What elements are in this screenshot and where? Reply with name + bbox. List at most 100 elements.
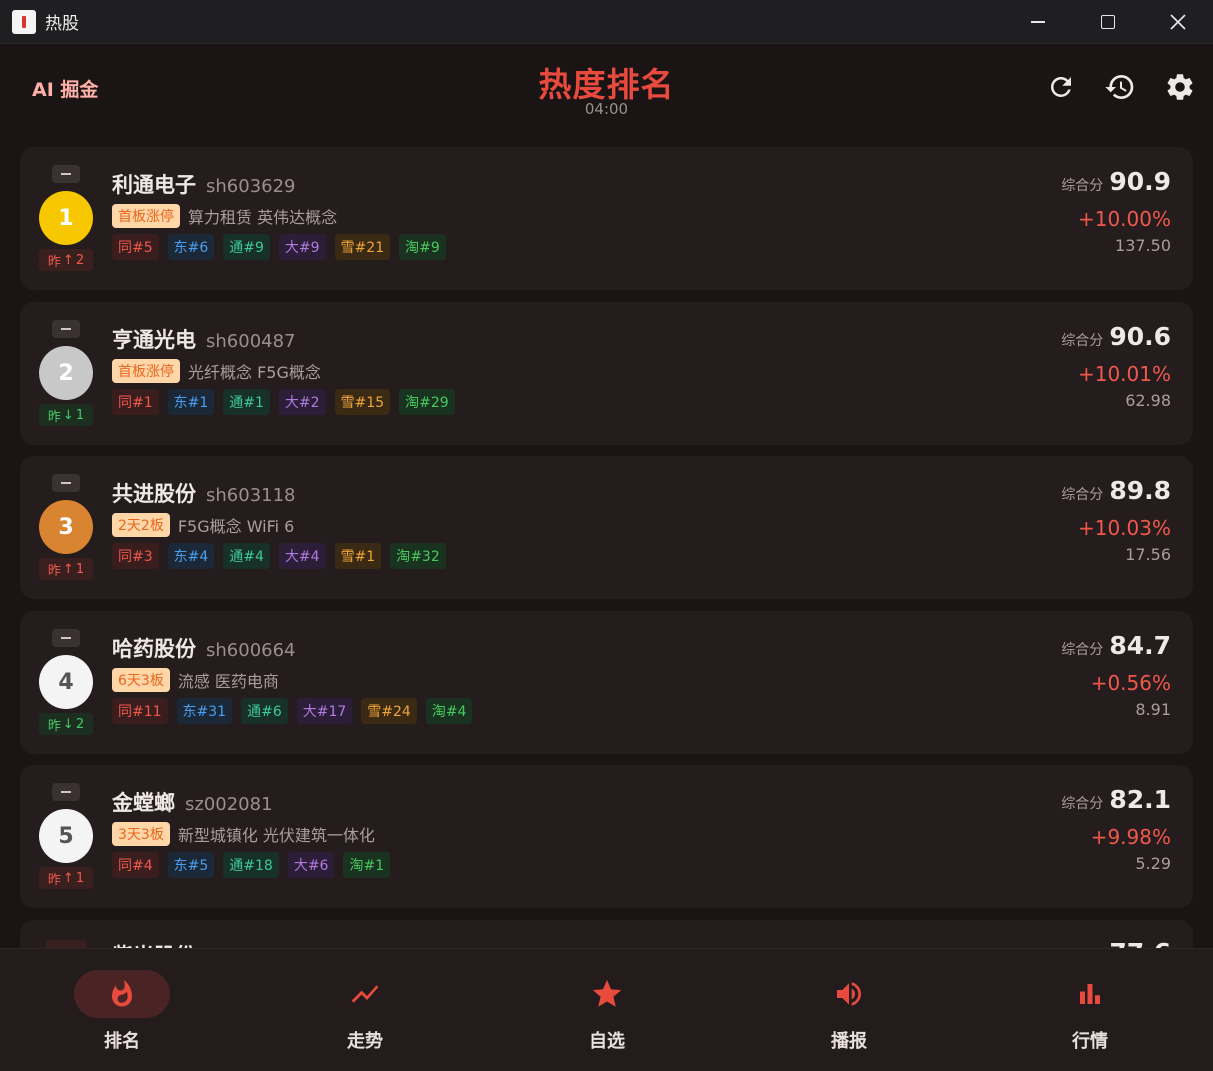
history-icon bbox=[1105, 75, 1134, 100]
score-value: 77.6 bbox=[1109, 938, 1171, 948]
minus-icon bbox=[61, 637, 71, 639]
window-title: 热股 bbox=[45, 14, 79, 34]
nav-label: 排名 bbox=[104, 1031, 140, 1052]
refresh-icon bbox=[1050, 76, 1071, 97]
concept-tags: 新型城镇化 光伏建筑一体化 bbox=[177, 826, 375, 845]
arrow-up-icon: ↑ bbox=[62, 252, 74, 268]
refresh-button[interactable] bbox=[1045, 71, 1077, 103]
yesterday-rank-change: 昨 ↑ 1 bbox=[39, 867, 93, 889]
platform-rank-xueqiu: 雪#24 bbox=[361, 698, 417, 724]
stock-card-partial[interactable]: 紫光股份 77.6 bbox=[20, 920, 1193, 948]
platform-rank-tonghuashun: 同#4 bbox=[112, 852, 159, 878]
stock-name[interactable]: 金螳螂 bbox=[112, 787, 175, 817]
settings-button[interactable] bbox=[1164, 71, 1196, 103]
platform-ranks: 同#1 东#1 通#1 大#2 雪#15 淘#29 bbox=[112, 389, 455, 415]
nav-label: 走势 bbox=[347, 1031, 383, 1052]
collapse-toggle[interactable] bbox=[52, 474, 80, 492]
app-icon bbox=[12, 9, 36, 34]
platform-rank-dongfang: 东#1 bbox=[167, 389, 215, 415]
concept-tags: F5G概念 WiFi 6 bbox=[177, 517, 295, 536]
stock-code: sh600487 bbox=[206, 331, 296, 352]
nav-tab-market[interactable]: 行情 bbox=[990, 949, 1190, 1071]
close-button[interactable] bbox=[1143, 0, 1213, 44]
limit-board-tag: 首板涨停 bbox=[112, 204, 180, 228]
score-value: 90.6 bbox=[1109, 322, 1171, 351]
concept-tags: 算力租赁 英伟达概念 bbox=[188, 208, 338, 227]
arrow-down-icon: ↓ bbox=[62, 716, 74, 732]
ranking-list[interactable]: 1 昨 ↑ 2 利通电子 sh603629 首板涨停 算力租赁 英伟达概念 同#… bbox=[20, 147, 1193, 948]
platform-rank-tongdaxin: 通#4 bbox=[223, 543, 270, 569]
arrow-up-icon: ↑ bbox=[62, 870, 74, 886]
nav-tab-trend[interactable]: 走势 bbox=[265, 949, 465, 1071]
collapse-toggle[interactable] bbox=[52, 165, 80, 183]
score-label: 综合分 bbox=[1061, 487, 1104, 503]
stock-card[interactable]: 3 昨 ↑ 1 共进股份 sh603118 2天2板 F5G概念 WiFi 6 … bbox=[20, 456, 1193, 599]
rank-badge: 4 bbox=[39, 655, 93, 709]
platform-rank-tongdaxin: 通#1 bbox=[223, 389, 270, 415]
limit-board-tag: 3天3板 bbox=[112, 822, 170, 846]
platform-rank-dongfang: 东#6 bbox=[167, 234, 215, 260]
rank-change-value: 1 bbox=[75, 561, 85, 577]
arrow-down-icon: ↓ bbox=[62, 407, 74, 423]
stock-name[interactable]: 共进股份 bbox=[112, 478, 196, 508]
history-button[interactable] bbox=[1104, 71, 1136, 103]
price: 17.56 bbox=[1125, 545, 1171, 564]
stock-name[interactable]: 利通电子 bbox=[112, 169, 196, 199]
change-percent: +10.00% bbox=[1077, 207, 1171, 231]
trend-icon bbox=[351, 985, 379, 1003]
page-title: 热度排名 bbox=[538, 65, 675, 104]
nav-tab-ranking[interactable]: 排名 bbox=[22, 949, 222, 1071]
stock-card[interactable]: 1 昨 ↑ 2 利通电子 sh603629 首板涨停 算力租赁 英伟达概念 同#… bbox=[20, 147, 1193, 290]
platform-rank-dazhihui: 大#2 bbox=[278, 389, 326, 415]
platform-rank-dongfang: 东#5 bbox=[167, 852, 215, 878]
star-icon bbox=[592, 979, 622, 1007]
update-time: 04:00 bbox=[584, 100, 629, 118]
yesterday-rank-change: 昨 ↓ 2 bbox=[39, 713, 93, 735]
nav-tab-broadcast[interactable]: 播报 bbox=[749, 949, 949, 1071]
collapse-toggle[interactable] bbox=[52, 629, 80, 647]
nav-tab-watchlist[interactable]: 自选 bbox=[507, 949, 707, 1071]
platform-rank-xueqiu: 雪#1 bbox=[334, 543, 382, 569]
stock-card[interactable]: 4 昨 ↓ 2 哈药股份 sh600664 6天3板 流感 医药电商 同#11 … bbox=[20, 611, 1193, 754]
platform-rank-dongfang: 东#4 bbox=[167, 543, 215, 569]
stock-card[interactable]: 5 昨 ↑ 1 金螳螂 sz002081 3天3板 新型城镇化 光伏建筑一体化 … bbox=[20, 765, 1193, 908]
yesterday-label: 昨 bbox=[47, 563, 61, 579]
platform-ranks: 同#4 东#5 通#18 大#6 淘#1 bbox=[112, 852, 391, 878]
rank-change-value: 1 bbox=[75, 870, 85, 886]
price: 5.29 bbox=[1135, 854, 1171, 873]
platform-ranks: 同#3 东#4 通#4 大#4 雪#1 淘#32 bbox=[112, 543, 446, 569]
platform-rank-taoguba: 淘#1 bbox=[343, 852, 391, 878]
stock-name[interactable]: 紫光股份 bbox=[112, 940, 196, 948]
close-icon bbox=[1170, 14, 1186, 30]
platform-rank-tongdaxin: 通#9 bbox=[223, 234, 270, 260]
collapse-toggle[interactable] bbox=[52, 320, 80, 338]
score-label: 综合分 bbox=[1061, 333, 1104, 349]
flame-icon bbox=[112, 979, 132, 1007]
platform-rank-xueqiu: 雪#21 bbox=[334, 234, 391, 260]
change-percent: +10.01% bbox=[1077, 362, 1171, 386]
platform-rank-dazhihui: 大#17 bbox=[296, 698, 353, 724]
rank-badge: 1 bbox=[39, 191, 93, 245]
yesterday-rank-change bbox=[46, 940, 86, 948]
platform-rank-xueqiu: 雪#15 bbox=[334, 389, 391, 415]
rank-change-value: 2 bbox=[75, 716, 85, 732]
nav-pill-active bbox=[74, 970, 170, 1018]
platform-rank-taoguba: 淘#4 bbox=[425, 698, 473, 724]
stock-name[interactable]: 哈药股份 bbox=[112, 633, 196, 663]
rank-badge: 3 bbox=[39, 500, 93, 554]
stock-card[interactable]: 2 昨 ↓ 1 亨通光电 sh600487 首板涨停 光纤概念 F5G概念 同#… bbox=[20, 302, 1193, 445]
price: 137.50 bbox=[1115, 236, 1171, 255]
title-bar: 热股 bbox=[0, 0, 1213, 44]
minimize-button[interactable] bbox=[1003, 0, 1073, 44]
rank-change-value: 1 bbox=[75, 407, 85, 423]
platform-ranks: 同#11 东#31 通#6 大#17 雪#24 淘#4 bbox=[112, 698, 473, 724]
change-percent: +9.98% bbox=[1090, 825, 1171, 849]
stock-name[interactable]: 亨通光电 bbox=[112, 324, 196, 354]
change-percent: +0.56% bbox=[1090, 671, 1171, 695]
platform-ranks: 同#5 东#6 通#9 大#9 雪#21 淘#9 bbox=[112, 234, 446, 260]
yesterday-rank-change: 昨 ↓ 1 bbox=[39, 404, 93, 426]
platform-rank-dongfang: 东#31 bbox=[176, 698, 233, 724]
price: 8.91 bbox=[1135, 700, 1171, 719]
collapse-toggle[interactable] bbox=[52, 783, 80, 801]
maximize-button[interactable] bbox=[1073, 0, 1143, 44]
